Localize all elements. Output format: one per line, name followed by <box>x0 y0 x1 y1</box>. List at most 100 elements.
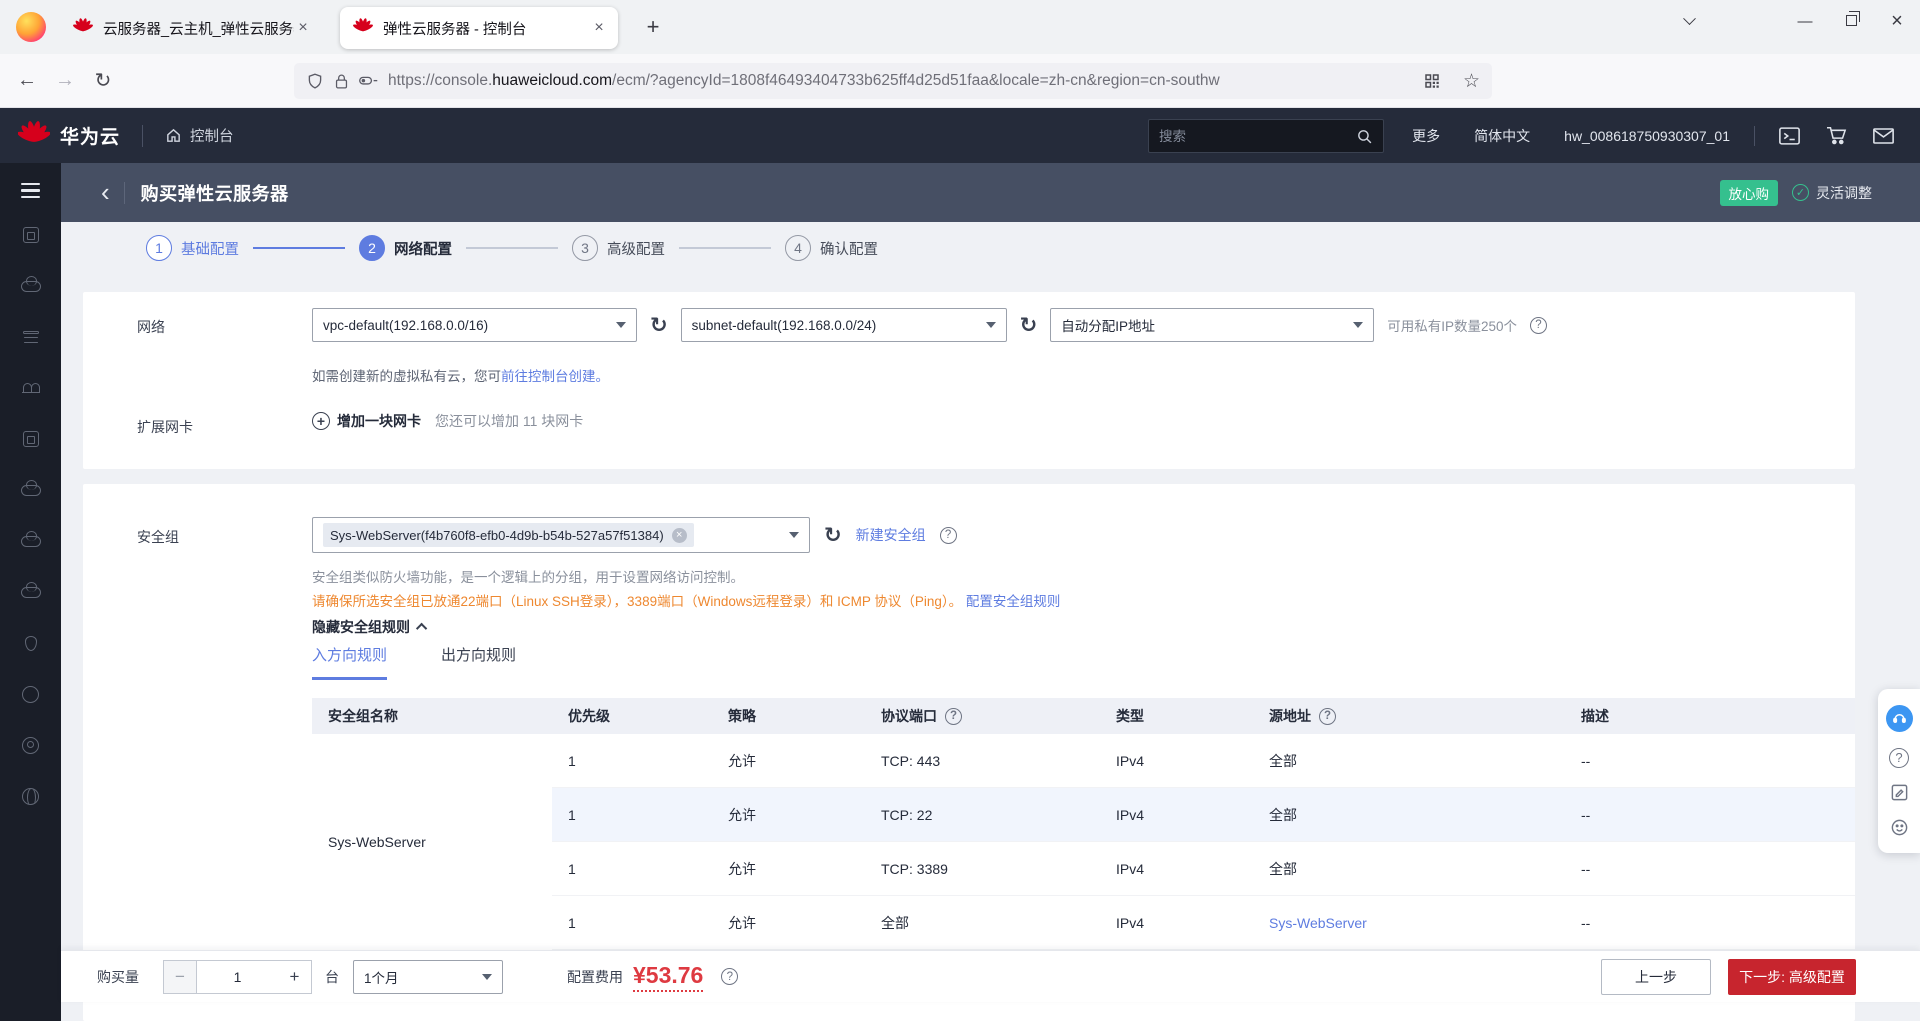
price-help-icon[interactable]: ? <box>721 968 738 985</box>
tab-close-icon[interactable]: × <box>294 19 312 37</box>
url-bar[interactable]: https://console.huaweicloud.com/ecm/?age… <box>294 63 1492 99</box>
column-help-icon[interactable]: ? <box>1319 708 1336 725</box>
browser-tab-1[interactable]: 云服务器_云主机_弹性云服务器 × <box>60 7 322 49</box>
cloud-volume-icon[interactable] <box>20 581 42 603</box>
vpc-refresh-icon[interactable]: ↻ <box>650 315 668 336</box>
window-restore-button[interactable] <box>1828 13 1874 30</box>
smiley-feedback-icon[interactable] <box>1890 818 1909 837</box>
image-box-icon[interactable] <box>20 428 42 450</box>
qr-code-icon[interactable] <box>1423 72 1441 90</box>
flexible-adjust-label[interactable]: ✓ 灵活调整 <box>1792 183 1872 203</box>
group-icon[interactable] <box>20 734 42 756</box>
language-switch[interactable]: 简体中文 <box>1474 126 1530 146</box>
column-header: 类型 <box>1100 698 1253 734</box>
search-icon[interactable] <box>1356 128 1373 145</box>
vpc-select[interactable]: vpc-default(192.168.0.0/16) <box>312 308 637 342</box>
quantity-minus-button[interactable]: − <box>163 960 197 994</box>
compute-cloud-icon[interactable] <box>20 224 42 246</box>
cloud-backup-icon[interactable] <box>20 530 42 552</box>
hide-rules-toggle[interactable]: 隐藏安全组规则 <box>312 617 427 637</box>
quantity-input[interactable] <box>197 960 278 994</box>
tab-title: 弹性云服务器 - 控制台 <box>383 18 590 39</box>
remove-tag-icon[interactable]: × <box>672 528 687 543</box>
layers-icon[interactable] <box>20 326 42 348</box>
add-nic-button[interactable]: + 增加一块网卡 <box>312 411 421 431</box>
ip-mode-select[interactable]: 自动分配IP地址 <box>1050 308 1374 342</box>
step-1[interactable]: 1基础配置 <box>146 235 239 261</box>
brand-name[interactable]: 华为云 <box>60 122 120 149</box>
back-chevron-icon[interactable]: ‹ <box>101 179 110 205</box>
step-2[interactable]: 2网络配置 <box>359 235 452 261</box>
header-search-box[interactable] <box>1148 119 1384 153</box>
tab-outbound-rules[interactable]: 出方向规则 <box>441 644 516 680</box>
drop-icon[interactable] <box>20 632 42 654</box>
next-step-button[interactable]: 下一步: 高级配置 <box>1728 959 1856 995</box>
nic-field-label: 扩展网卡 <box>137 417 193 437</box>
tracking-shield-icon[interactable] <box>306 72 324 90</box>
feedback-form-icon[interactable] <box>1890 783 1909 802</box>
price-value: ¥53.76 <box>633 962 703 992</box>
window-close-button[interactable]: × <box>1874 10 1920 33</box>
permissions-icon[interactable] <box>359 74 378 88</box>
huawei-logo <box>18 120 50 152</box>
sidebar-menu-icon[interactable] <box>21 183 40 198</box>
security-refresh-icon[interactable]: ↻ <box>824 525 842 546</box>
firefox-icon[interactable] <box>16 12 46 42</box>
tab-inbound-rules[interactable]: 入方向规则 <box>312 644 387 680</box>
more-menu[interactable]: 更多 <box>1412 126 1440 146</box>
autoscale-wave-icon[interactable] <box>20 377 42 399</box>
cell-source[interactable]: Sys-WebServer <box>1253 896 1565 950</box>
worry-free-badge[interactable]: 放心购 <box>1720 180 1779 206</box>
huawei-favicon <box>72 17 94 39</box>
mail-icon[interactable] <box>1873 128 1894 144</box>
ip-circle-icon[interactable] <box>20 683 42 705</box>
account-name[interactable]: hw_008618750930307_01 <box>1564 128 1730 144</box>
back-button[interactable]: ← <box>8 69 46 92</box>
forward-button[interactable]: → <box>46 69 84 92</box>
subnet-select[interactable]: subnet-default(192.168.0.0/24) <box>681 308 1007 342</box>
titlebar-divider <box>124 182 125 204</box>
cli-terminal-icon[interactable] <box>1779 127 1800 145</box>
cart-icon[interactable] <box>1826 126 1847 145</box>
period-select[interactable]: 1个月 <box>353 960 503 994</box>
tab-list-chevron-icon[interactable] <box>1666 13 1712 30</box>
quantity-plus-button[interactable]: + <box>278 960 312 994</box>
step-4[interactable]: 4确认配置 <box>785 235 878 261</box>
bookmark-star-icon[interactable]: ☆ <box>1463 70 1480 93</box>
configure-rules-link[interactable]: 配置安全组规则 <box>966 594 1061 609</box>
cloud-server-icon[interactable] <box>20 275 42 297</box>
new-security-group-link[interactable]: 新建安全组 <box>856 525 926 545</box>
subnet-refresh-icon[interactable]: ↻ <box>1020 315 1038 336</box>
security-group-select[interactable]: Sys-WebServer(f4b760f8-efb0-4d9b-b54b-52… <box>312 517 810 553</box>
cell-description: -- <box>1565 842 1855 896</box>
cell-policy: 允许 <box>712 734 865 788</box>
security-help-icon[interactable]: ? <box>940 527 957 544</box>
reload-button[interactable]: ↻ <box>84 68 122 93</box>
browser-tab-2-active[interactable]: 弹性云服务器 - 控制台 × <box>340 7 618 49</box>
new-tab-button[interactable]: + <box>636 14 670 40</box>
goto-console-link[interactable]: 前往控制台创建。 <box>501 369 609 384</box>
column-help-icon[interactable]: ? <box>945 708 962 725</box>
tab-close-icon[interactable]: × <box>590 19 608 37</box>
globe-icon[interactable] <box>20 785 42 807</box>
unit-label: 台 <box>325 967 339 987</box>
vpc-hint: 如需创建新的虚拟私有云，您可前往控制台创建。 <box>312 365 609 385</box>
security-group-panel: 安全组 Sys-WebServer(f4b760f8-efb0-4d9b-b54… <box>83 484 1855 1021</box>
lock-icon[interactable] <box>334 73 349 90</box>
search-input[interactable] <box>1159 129 1356 144</box>
network-field-label: 网络 <box>137 317 165 337</box>
step-3[interactable]: 3高级配置 <box>572 235 665 261</box>
ip-help-icon[interactable]: ? <box>1530 317 1547 334</box>
network-selects-row: vpc-default(192.168.0.0/16) ↻ subnet-def… <box>312 308 1547 342</box>
previous-step-button[interactable]: 上一步 <box>1601 959 1711 995</box>
cloud-storage-icon[interactable] <box>20 479 42 501</box>
console-nav-link[interactable]: 控制台 <box>165 125 234 146</box>
service-sidebar <box>0 163 61 1021</box>
smart-assistant-icon[interactable] <box>1886 705 1913 732</box>
chevron-down-icon <box>482 974 492 980</box>
cell-protocol: TCP: 443 <box>865 734 1100 788</box>
column-header: 优先级 <box>552 698 712 734</box>
browser-toolbar: ← → ↻ https://console.huaweicloud.com/ec… <box>0 54 1920 108</box>
help-icon[interactable]: ? <box>1889 748 1909 768</box>
window-minimize-button[interactable]: — <box>1782 13 1828 30</box>
